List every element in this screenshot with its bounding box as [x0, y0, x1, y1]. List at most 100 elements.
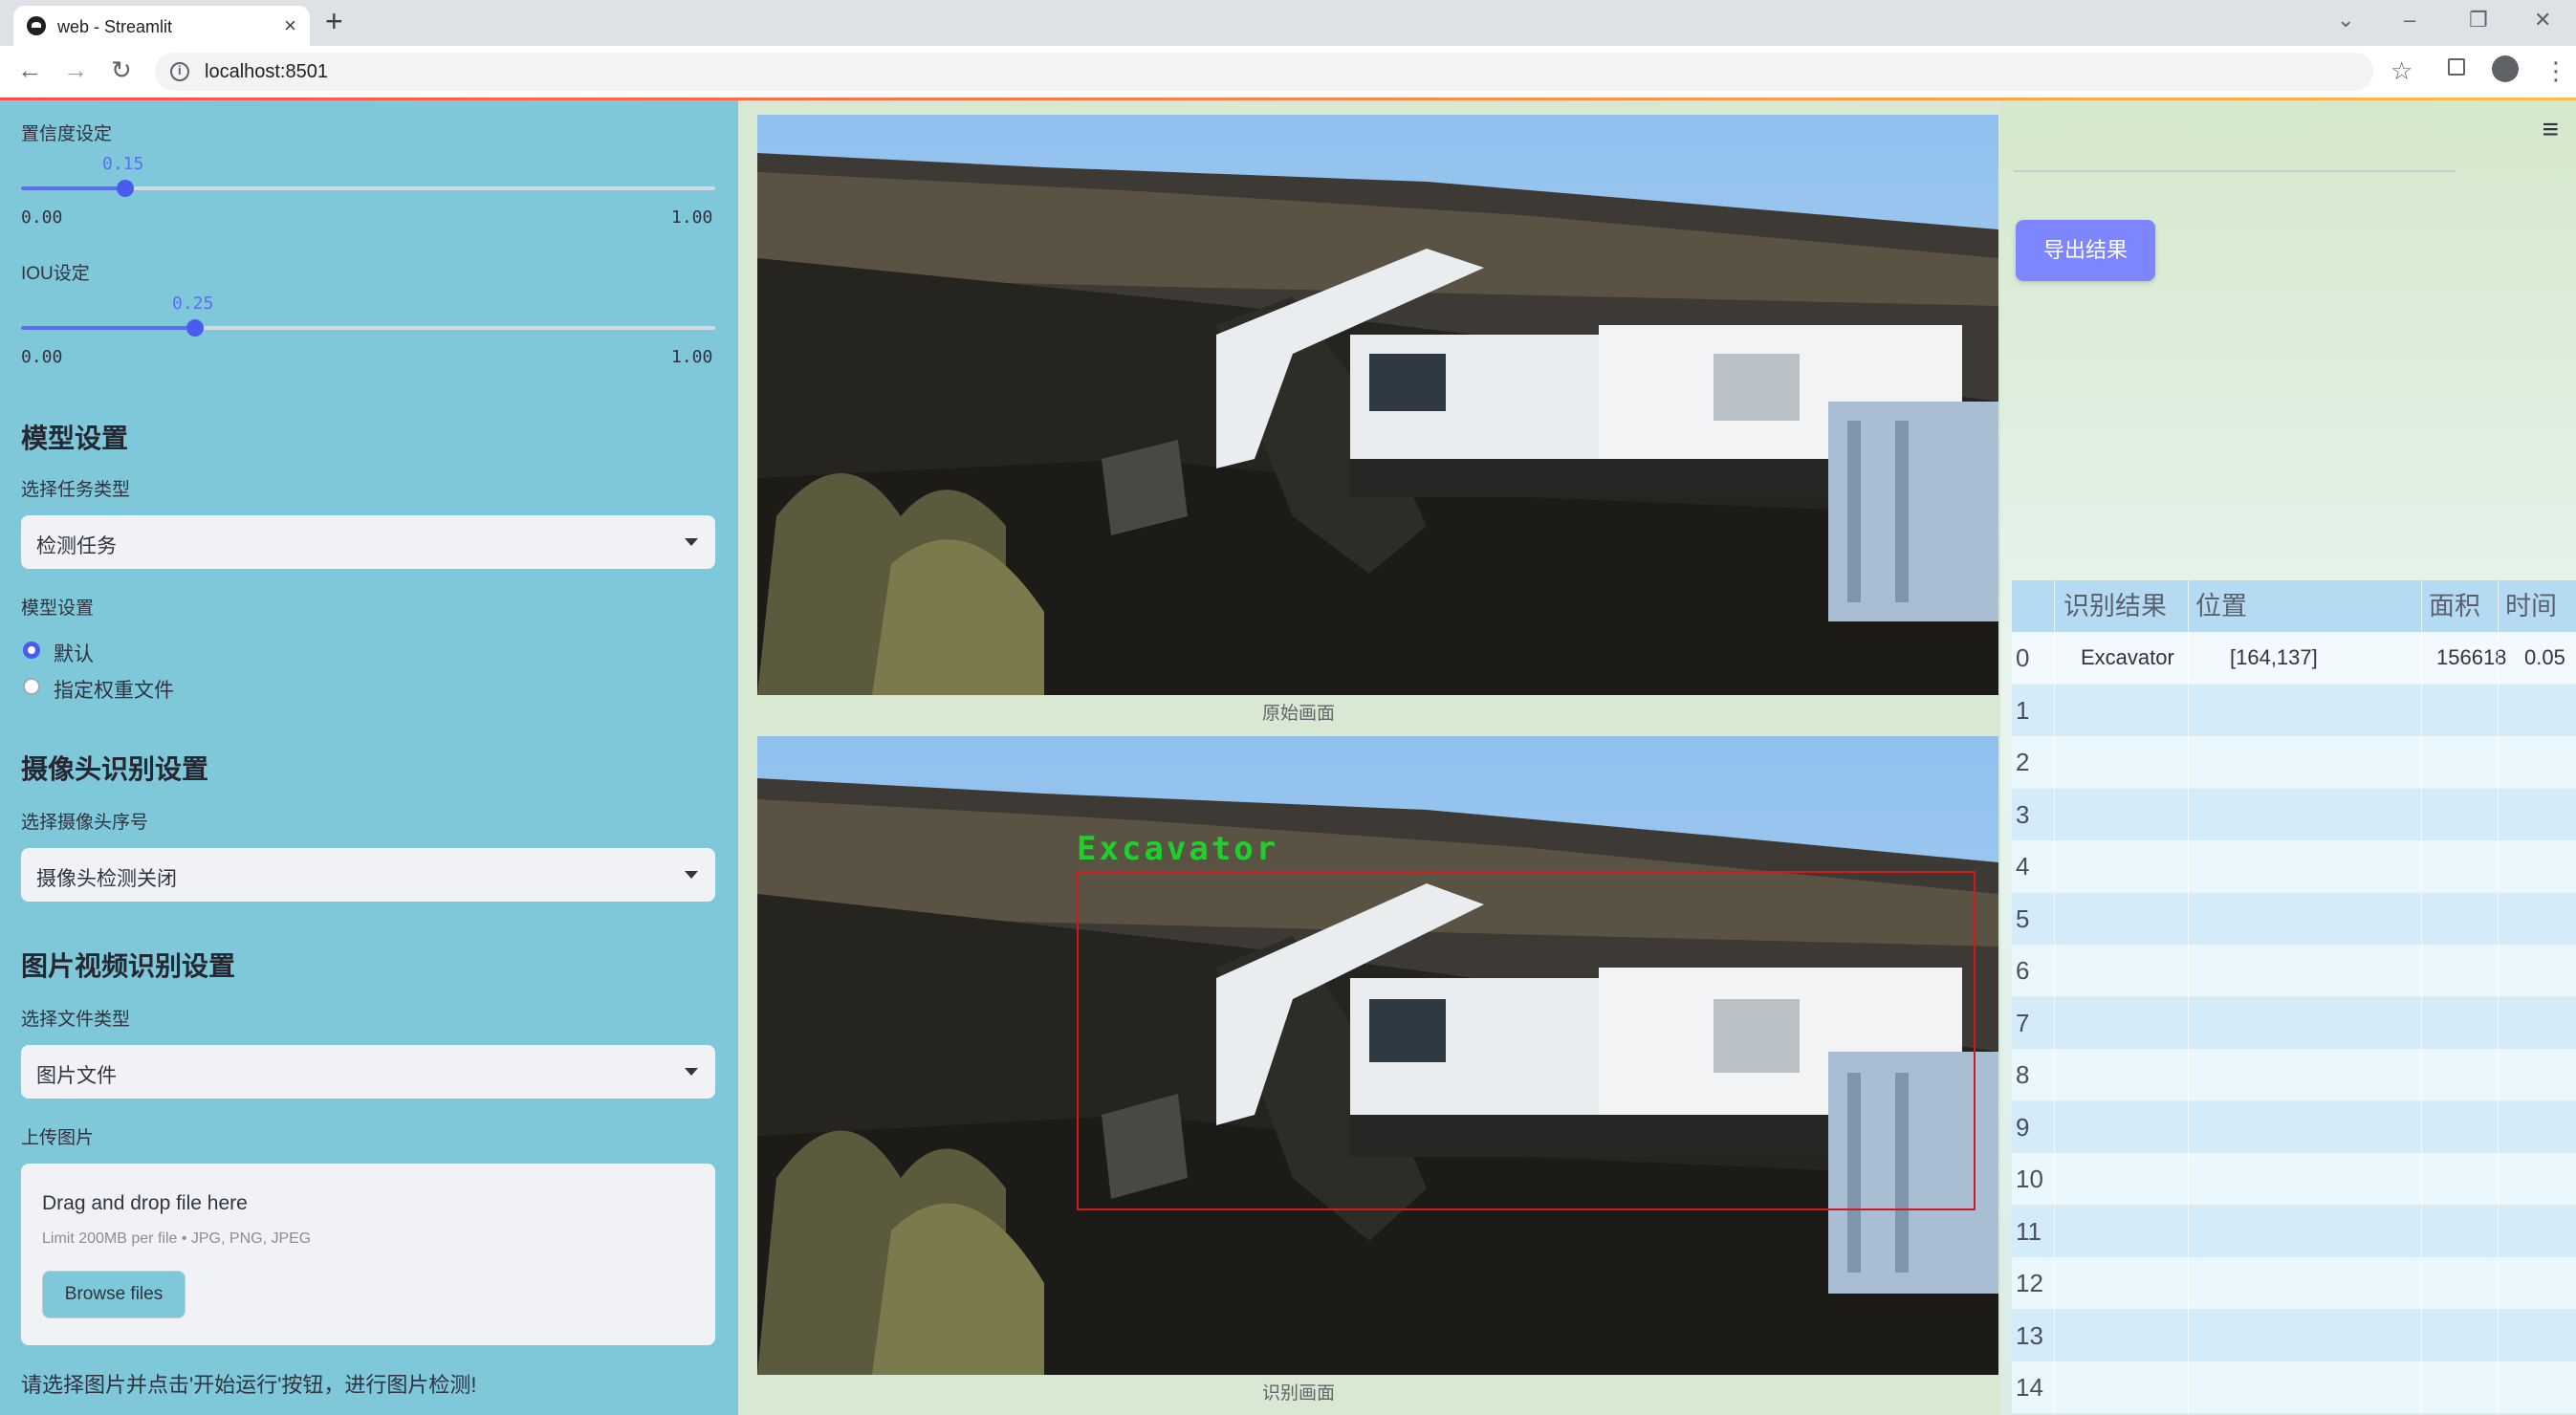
result-caption: 识别画面 — [1262, 1383, 1336, 1404]
model-settings-header: 模型设置 — [21, 424, 129, 453]
confidence-label: 置信度设定 — [21, 124, 113, 144]
iou-min: 0.00 — [21, 347, 63, 367]
cell-index: 8 — [2016, 1060, 2030, 1089]
reload-icon[interactable]: ↻ — [111, 55, 132, 85]
iou-value: 0.25 — [172, 294, 214, 314]
side-panel-icon[interactable] — [2448, 58, 2465, 76]
tab-close-icon[interactable]: × — [284, 13, 296, 38]
cell-time: 0.05 — [2524, 645, 2565, 669]
table-row[interactable]: 3 — [2012, 789, 2576, 840]
confidence-min: 0.00 — [21, 207, 63, 228]
minimize-icon[interactable]: – — [2404, 8, 2415, 33]
table-row[interactable]: 6 — [2012, 945, 2576, 996]
cell-index: 7 — [2016, 1009, 2030, 1037]
confidence-slider[interactable] — [21, 180, 715, 197]
task-type-select[interactable]: 检测任务 — [21, 515, 715, 569]
task-type-value: 检测任务 — [36, 535, 117, 557]
tab-search-icon[interactable]: ⌄ — [2337, 8, 2354, 33]
cell-index: 6 — [2016, 956, 2030, 985]
table-row[interactable]: 2 — [2012, 736, 2576, 788]
dropzone-limit: Limit 200MB per file • JPG, PNG, JPEG — [42, 1230, 312, 1247]
profile-avatar-icon[interactable] — [2492, 55, 2519, 82]
iou-label: IOU设定 — [21, 264, 90, 284]
main-area: 原始画面 Excavator 识别画面 ≡ 导出结果 识别结果 位置 面积 时间… — [738, 100, 2576, 1415]
table-row[interactable]: 11 — [2012, 1206, 2576, 1257]
column-divider — [2054, 580, 2055, 1415]
result-image: Excavator — [757, 736, 1998, 1375]
camera-settings-header: 摄像头识别设置 — [21, 754, 209, 784]
column-header-result[interactable]: 识别结果 — [2063, 580, 2167, 632]
forward-icon[interactable]: → — [63, 55, 88, 85]
confidence-value: 0.15 — [102, 154, 144, 174]
iou-slider-thumb[interactable] — [186, 319, 204, 337]
task-type-label: 选择任务类型 — [21, 480, 131, 500]
restore-icon[interactable]: ❐ — [2469, 8, 2488, 33]
file-type-value: 图片文件 — [36, 1065, 117, 1087]
original-image — [757, 115, 1998, 695]
browse-files-button[interactable]: Browse files — [42, 1271, 186, 1318]
cell-position: [164,137] — [2230, 645, 2318, 669]
cell-index: 9 — [2016, 1113, 2030, 1142]
cell-index: 10 — [2016, 1165, 2043, 1193]
browser-tab[interactable]: web - Streamlit × — [13, 6, 310, 46]
table-row[interactable]: 10 — [2012, 1153, 2576, 1205]
iou-slider-fill — [21, 326, 195, 330]
url-field[interactable]: localhost:8501 — [155, 53, 2373, 91]
table-row[interactable]: 14 — [2012, 1361, 2576, 1413]
camera-index-select[interactable]: 摄像头检测关闭 — [21, 848, 715, 902]
export-results-button[interactable]: 导出结果 — [2016, 220, 2155, 281]
iou-slider[interactable] — [21, 319, 715, 337]
column-divider — [2188, 580, 2189, 1415]
table-row[interactable]: 7 — [2012, 997, 2576, 1049]
file-type-label: 选择文件类型 — [21, 1010, 131, 1030]
hamburger-menu-icon[interactable]: ≡ — [2542, 114, 2559, 146]
chevron-down-icon — [685, 1068, 698, 1076]
bookmark-star-icon[interactable]: ☆ — [2390, 56, 2412, 86]
table-row[interactable]: 0 Excavator [164,137] 156618 0.05 — [2012, 632, 2576, 684]
site-info-icon[interactable] — [170, 62, 189, 81]
chevron-down-icon — [685, 871, 698, 879]
new-tab-icon[interactable]: + — [325, 4, 343, 39]
confidence-slider-fill — [21, 186, 125, 190]
model-config-label: 模型设置 — [21, 599, 95, 619]
cell-index: 4 — [2016, 852, 2030, 881]
close-window-icon[interactable]: ✕ — [2534, 8, 2551, 33]
table-row[interactable]: 12 — [2012, 1257, 2576, 1309]
cell-index: 12 — [2016, 1269, 2043, 1297]
cell-area: 156618 — [2436, 645, 2507, 669]
radio-checked-icon — [23, 642, 40, 659]
camera-index-value: 摄像头检测关闭 — [36, 868, 177, 890]
dropzone-title: Drag and drop file here — [42, 1192, 248, 1214]
cell-index: 11 — [2016, 1217, 2041, 1246]
sidebar: 置信度设定 0.15 0.00 1.00 IOU设定 0.25 0.00 1.0… — [0, 100, 738, 1415]
table-row[interactable]: 13 — [2012, 1310, 2576, 1361]
file-type-select[interactable]: 图片文件 — [21, 1045, 715, 1099]
cell-index: 1 — [2016, 696, 2030, 725]
browser-menu-icon[interactable]: ⋮ — [2543, 56, 2568, 86]
radio-custom-weights-label: 指定权重文件 — [54, 680, 174, 702]
cell-result: Excavator — [2081, 645, 2174, 669]
column-header-time[interactable]: 时间 — [2505, 580, 2557, 632]
divider — [2014, 170, 2456, 172]
original-caption: 原始画面 — [1262, 704, 1336, 724]
cell-index: 14 — [2016, 1373, 2043, 1402]
column-header-area[interactable]: 面积 — [2429, 580, 2480, 632]
results-table[interactable]: 识别结果 位置 面积 时间 0 Excavator [164,137] 156618 0… — [2012, 580, 2576, 1415]
upload-label: 上传图片 — [21, 1128, 95, 1148]
table-row[interactable]: 5 — [2012, 893, 2576, 945]
column-header-position[interactable]: 位置 — [2195, 580, 2247, 632]
cell-index: 13 — [2016, 1321, 2043, 1350]
cell-index: 2 — [2016, 748, 2030, 776]
streamlit-favicon-icon — [27, 16, 46, 35]
tab-title: web - Streamlit — [57, 17, 173, 36]
table-row[interactable]: 1 — [2012, 685, 2576, 736]
back-icon[interactable]: ← — [17, 55, 42, 85]
table-row[interactable]: 8 — [2012, 1049, 2576, 1100]
cell-index: 0 — [2016, 643, 2030, 672]
table-row[interactable]: 9 — [2012, 1101, 2576, 1153]
table-row[interactable]: 4 — [2012, 840, 2576, 892]
file-dropzone[interactable]: Drag and drop file here Limit 200MB per … — [21, 1164, 715, 1345]
url-text: localhost:8501 — [205, 61, 328, 82]
confidence-slider-thumb[interactable] — [117, 180, 134, 197]
browser-tab-bar: web - Streamlit × + ⌄ – ❐ ✕ — [0, 0, 2576, 46]
